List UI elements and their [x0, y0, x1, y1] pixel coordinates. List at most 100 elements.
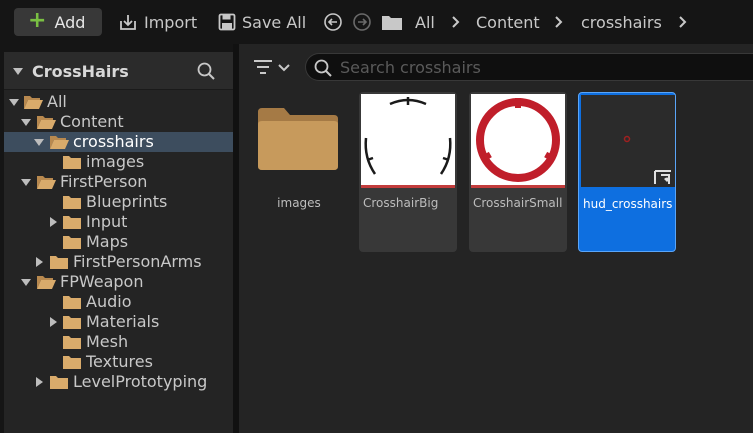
tree-item-label: Content [60, 112, 124, 131]
expand-arrow-icon[interactable] [34, 139, 44, 146]
folder-icon [63, 296, 81, 309]
tree-item-all[interactable]: All [4, 92, 233, 112]
asset-name: images [277, 196, 321, 210]
folder-icon [63, 196, 81, 209]
sources-panel: CrossHairs All Content crosshairs images [4, 52, 233, 433]
folder-icon [382, 16, 402, 30]
expand-arrow-icon[interactable] [36, 377, 43, 387]
tree-item-content[interactable]: Content [4, 112, 233, 132]
tree-item-firstpersonarms[interactable]: FirstPersonArms [4, 252, 233, 272]
expand-arrow-icon[interactable] [21, 119, 31, 126]
asset-name: hud_crosshairs [583, 197, 673, 211]
chevron-right-icon[interactable] [554, 10, 564, 34]
tree-item-label: Materials [86, 312, 160, 331]
chevron-right-icon[interactable] [451, 10, 461, 34]
asset-name: CrosshairSmall [473, 196, 563, 210]
asset-card: hud_crosshairs [578, 92, 676, 252]
folder-icon [63, 156, 81, 169]
folder-open-icon [37, 176, 56, 189]
save-icon [218, 13, 236, 31]
asset-search-box[interactable] [305, 53, 753, 81]
tree-item-firstperson[interactable]: FirstPerson [4, 172, 233, 192]
tree-item-label: LevelPrototyping [73, 372, 208, 391]
asset-tile-crosshairsmall[interactable]: CrosshairSmall [469, 92, 567, 252]
asset-card: CrosshairSmall [469, 92, 567, 252]
breadcrumb-crosshairs[interactable]: crosshairs [581, 10, 662, 34]
tree-item-label: FirstPerson [60, 172, 148, 191]
expand-arrow-icon[interactable] [21, 279, 31, 286]
import-icon [120, 15, 136, 30]
sources-title: CrossHairs [32, 62, 129, 81]
save-all-label: Save All [242, 12, 307, 32]
sources-header: CrossHairs [4, 52, 233, 90]
tree-item-input[interactable]: Input [4, 212, 233, 232]
tree-item-audio[interactable]: Audio [4, 292, 233, 312]
tree-item-label: Blueprints [86, 192, 168, 211]
expand-arrow-icon[interactable] [50, 217, 57, 227]
back-icon[interactable] [323, 12, 343, 32]
filter-icon [254, 60, 272, 74]
folder-open-icon [50, 136, 69, 149]
add-button[interactable]: + Add [14, 8, 102, 36]
collapse-arrow-icon[interactable] [13, 68, 23, 75]
folder-open-icon [24, 96, 43, 109]
tree-item-label: FirstPersonArms [73, 252, 202, 271]
search-icon [314, 59, 332, 77]
plus-icon: + [28, 8, 47, 33]
asset-tile-hud-crosshairs[interactable]: hud_crosshairs [578, 92, 676, 252]
tree-item-levelprototyping[interactable]: LevelPrototyping [4, 372, 233, 392]
breadcrumb-content[interactable]: Content [476, 10, 540, 34]
folder-icon [63, 336, 81, 349]
asset-tile-images-folder[interactable]: images [250, 92, 348, 252]
tree-item-fpweapon[interactable]: FPWeapon [4, 272, 233, 292]
breadcrumb-all[interactable]: All [415, 10, 435, 34]
tree-item-label: Maps [86, 232, 129, 251]
asset-tile-crosshairbig[interactable]: CrosshairBig [359, 92, 457, 252]
expand-arrow-icon[interactable] [50, 317, 57, 327]
search-icon[interactable] [196, 61, 216, 81]
save-all-button[interactable]: Save All [218, 10, 306, 34]
tree-item-label: Mesh [86, 332, 129, 351]
folder-open-icon [37, 116, 56, 129]
folder-icon [63, 236, 81, 249]
folder-open-icon [37, 276, 56, 289]
tree-item-images[interactable]: images [4, 152, 233, 172]
expand-arrow-icon[interactable] [9, 99, 19, 106]
tree-item-label: Input [86, 212, 128, 231]
tree-item-materials[interactable]: Materials [4, 312, 233, 332]
tree-item-blueprints[interactable]: Blueprints [4, 192, 233, 212]
import-button[interactable]: Import [118, 10, 197, 34]
folder-icon [63, 356, 81, 369]
import-label: Import [144, 12, 198, 32]
search-input[interactable] [340, 56, 740, 78]
expand-arrow-icon[interactable] [21, 179, 31, 186]
folder-icon [63, 316, 81, 329]
content-panel: images CrosshairBig [239, 44, 753, 433]
tree-item-label: images [86, 152, 145, 171]
tree-item-label: FPWeapon [60, 272, 144, 291]
folder-icon [63, 216, 81, 229]
tree-item-label: All [47, 92, 67, 111]
tree-item-label: Textures [86, 352, 153, 371]
tree-item-mesh[interactable]: Mesh [4, 332, 233, 352]
widget-blueprint-icon [653, 169, 673, 185]
forward-icon[interactable] [352, 12, 372, 32]
asset-name: CrosshairBig [363, 196, 439, 210]
add-button-label: Add [54, 12, 86, 32]
expand-arrow-icon[interactable] [36, 257, 43, 267]
texture-type-bar [471, 185, 565, 188]
folder-icon [50, 376, 68, 389]
widget-thumbnail [581, 95, 675, 187]
folder-icon [258, 108, 338, 170]
asset-card: CrosshairBig [359, 92, 457, 252]
crosshair-small-thumbnail [471, 94, 565, 186]
tree-item-label: Audio [86, 292, 132, 311]
tree-item-textures[interactable]: Textures [4, 352, 233, 372]
toolbar: + Add Import Save All All Content crossh… [0, 0, 753, 44]
folder-icon [50, 256, 68, 269]
tree-item-crosshairs[interactable]: crosshairs [4, 132, 233, 152]
texture-type-bar [361, 185, 455, 188]
chevron-right-icon[interactable] [678, 10, 688, 34]
tree-item-label: crosshairs [73, 132, 154, 151]
tree-item-maps[interactable]: Maps [4, 232, 233, 252]
